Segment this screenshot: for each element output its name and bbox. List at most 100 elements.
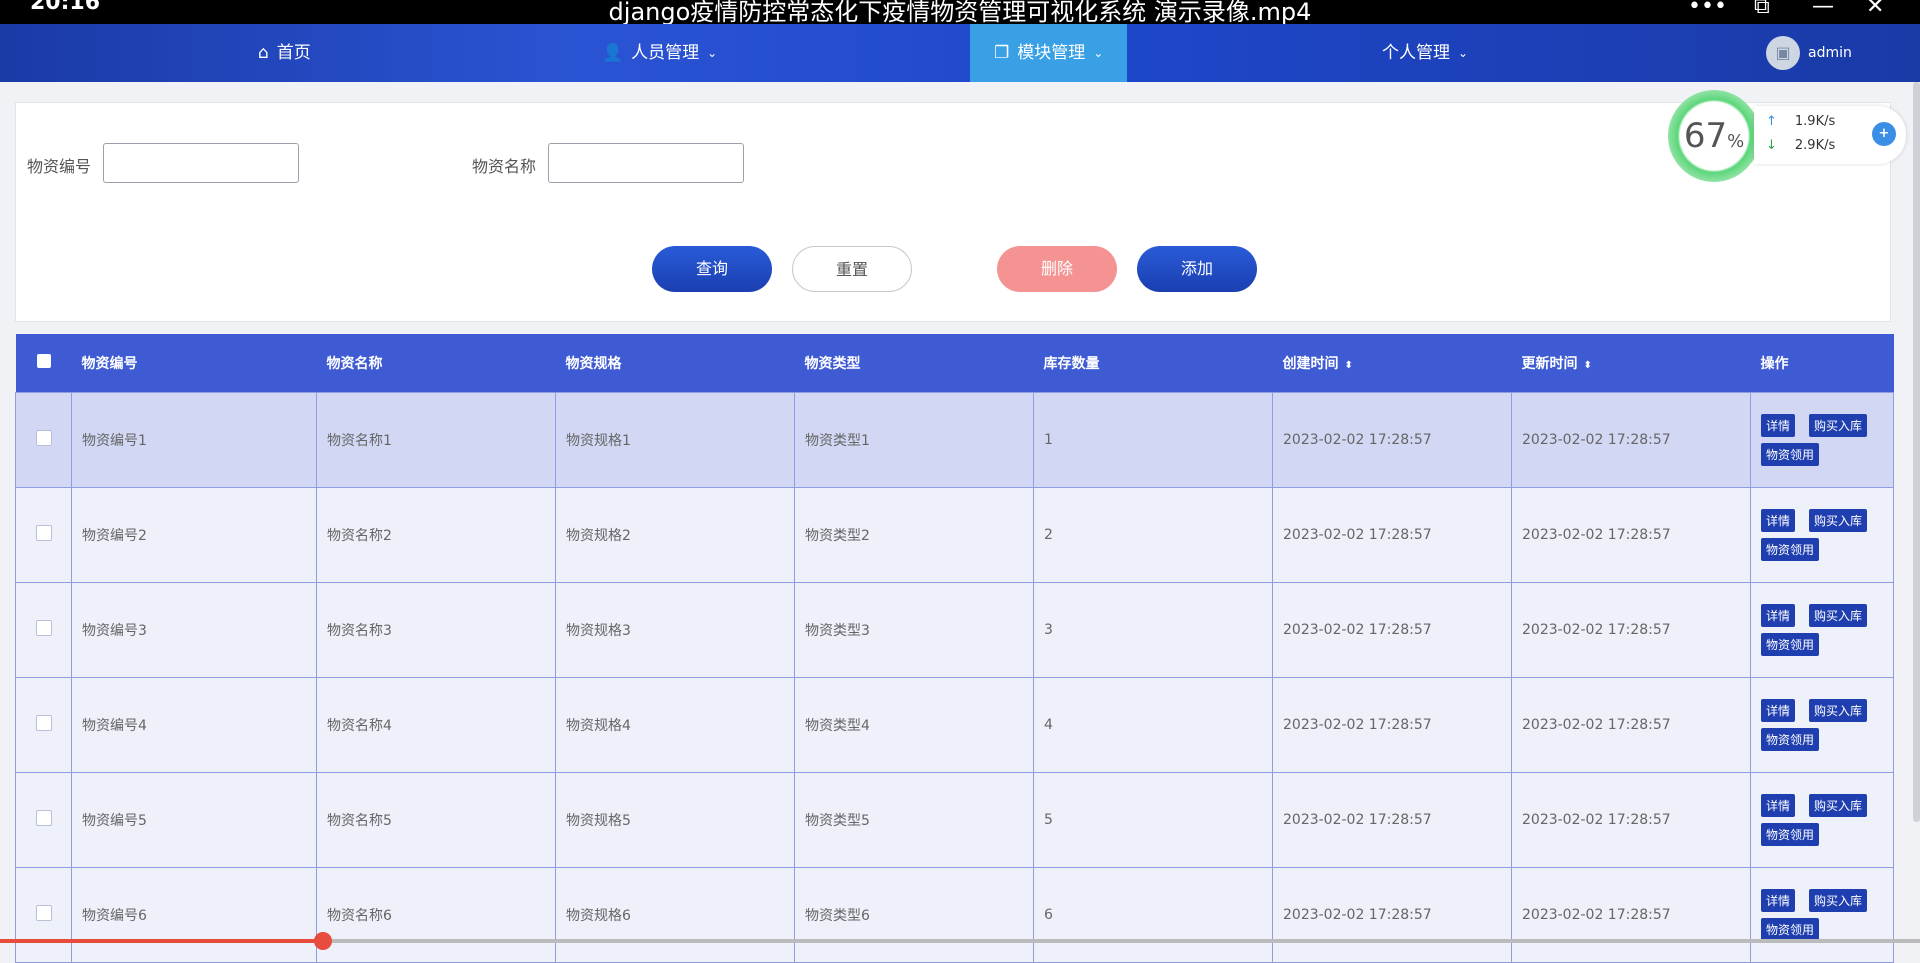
- buy-stock-button[interactable]: 购买入库: [1809, 699, 1868, 722]
- table-row[interactable]: 物资编号3 物资名称3 物资规格3 物资类型3 3 2023-02-02 17:28:57…: [15, 582, 1894, 678]
- close-icon[interactable]: ✕: [1866, 0, 1884, 19]
- video-progress-fill: [0, 939, 323, 943]
- action-cell: 详情 购买入库 物资领用: [1750, 487, 1894, 583]
- buy-stock-button[interactable]: 购买入库: [1809, 794, 1868, 817]
- header-updated[interactable]: 更新时间 ⬍: [1511, 334, 1751, 393]
- row-check-cell[interactable]: [15, 867, 72, 963]
- table-cell: 2023-02-02 17:28:57: [1272, 487, 1512, 583]
- table-cell: 2023-02-02 17:28:57: [1272, 582, 1512, 678]
- header-actions: 操作: [1750, 334, 1894, 393]
- receive-button[interactable]: 物资领用: [1761, 823, 1820, 846]
- row-checkbox[interactable]: [35, 715, 52, 731]
- receive-button[interactable]: 物资领用: [1761, 633, 1820, 656]
- code-input[interactable]: [103, 143, 299, 183]
- buy-stock-button[interactable]: 购买入库: [1809, 414, 1868, 437]
- chevron-down-icon: ⌄: [1458, 46, 1469, 60]
- usage-ring: 67%: [1668, 90, 1760, 182]
- detail-button[interactable]: 详情: [1761, 889, 1796, 912]
- username: admin: [1808, 45, 1852, 61]
- receive-button[interactable]: 物资领用: [1761, 728, 1820, 751]
- table-cell: 物资规格5: [555, 772, 795, 868]
- receive-button[interactable]: 物资领用: [1761, 443, 1820, 466]
- table-cell: 2023-02-02 17:28:57: [1272, 867, 1512, 963]
- table-cell: 物资规格6: [555, 867, 795, 963]
- nav-personal-label: 个人管理: [1382, 43, 1450, 63]
- delete-button[interactable]: 删除: [997, 246, 1117, 292]
- table-cell: 物资名称3: [316, 582, 556, 678]
- plus-icon[interactable]: +: [1872, 122, 1896, 146]
- network-widget[interactable]: 67% ↑ 1.9K/s ↓ 2.9K/s +: [1668, 90, 1920, 182]
- minimize-icon[interactable]: —: [1812, 0, 1834, 19]
- module-icon: ❐: [994, 43, 1010, 63]
- row-checkbox[interactable]: [35, 620, 52, 636]
- sort-icon[interactable]: ⬍: [1584, 360, 1592, 371]
- nav-home-label: 首页: [276, 43, 311, 63]
- table-cell: 物资编号6: [71, 867, 317, 963]
- nav-module[interactable]: ❐ 模块管理 ⌄: [970, 24, 1128, 82]
- receive-button[interactable]: 物资领用: [1761, 538, 1820, 561]
- row-checkbox[interactable]: [35, 810, 52, 826]
- header-created[interactable]: 创建时间 ⬍: [1272, 334, 1512, 393]
- table-cell: 物资编号1: [71, 392, 317, 488]
- row-check-cell[interactable]: [15, 582, 72, 678]
- scrollbar[interactable]: [1913, 82, 1920, 822]
- table-cell: 物资类型5: [794, 772, 1034, 868]
- nav-staff[interactable]: 👤 人员管理 ⌄: [602, 24, 717, 82]
- user-menu[interactable]: ▣ admin: [1766, 24, 1852, 82]
- action-cell: 详情 购买入库 物资领用: [1750, 582, 1894, 678]
- upload-speed: 1.9K/s: [1794, 114, 1836, 129]
- search-panel: 物资编号 物资名称 查询 重置 删除 添加: [15, 102, 1891, 322]
- table-cell: 2023-02-02 17:28:57: [1511, 582, 1751, 678]
- detail-button[interactable]: 详情: [1761, 509, 1796, 532]
- table-row[interactable]: 物资编号5 物资名称5 物资规格5 物资类型5 5 2023-02-02 17:28:57…: [15, 772, 1894, 868]
- receive-button[interactable]: 物资领用: [1761, 918, 1820, 941]
- row-checkbox[interactable]: [35, 905, 52, 921]
- table-cell: 物资名称2: [316, 487, 556, 583]
- table-row[interactable]: 物资编号1 物资名称1 物资规格1 物资类型1 1 2023-02-02 17:28:57…: [15, 392, 1894, 488]
- buy-stock-button[interactable]: 购买入库: [1809, 604, 1868, 627]
- nav-personal[interactable]: 个人管理 ⌄: [1382, 24, 1468, 82]
- table-row[interactable]: 物资编号4 物资名称4 物资规格4 物资类型4 4 2023-02-02 17:28:57…: [15, 677, 1894, 773]
- video-progress-knob[interactable]: [314, 932, 332, 950]
- row-check-cell[interactable]: [15, 677, 72, 773]
- pip-icon[interactable]: ⧉: [1754, 0, 1770, 19]
- buy-stock-button[interactable]: 购买入库: [1809, 889, 1868, 912]
- query-button[interactable]: 查询: [652, 246, 772, 292]
- detail-button[interactable]: 详情: [1761, 699, 1796, 722]
- table-cell: 物资编号4: [71, 677, 317, 773]
- header-name: 物资名称: [316, 334, 556, 393]
- usage-percent-unit: %: [1727, 130, 1745, 152]
- table-cell: 物资规格2: [555, 487, 795, 583]
- table-cell: 1: [1033, 392, 1273, 488]
- select-all-checkbox[interactable]: [36, 354, 51, 368]
- table-cell: 2023-02-02 17:28:57: [1511, 677, 1751, 773]
- table-cell: 2023-02-02 17:28:57: [1511, 487, 1751, 583]
- table-cell: 2023-02-02 17:28:57: [1272, 392, 1512, 488]
- table-cell: 3: [1033, 582, 1273, 678]
- sort-icon[interactable]: ⬍: [1345, 360, 1353, 371]
- download-speed: 2.9K/s: [1794, 138, 1836, 153]
- table-row[interactable]: 物资编号2 物资名称2 物资规格2 物资类型2 2 2023-02-02 17:28:57…: [15, 487, 1894, 583]
- reset-button[interactable]: 重置: [792, 246, 912, 292]
- nav-home[interactable]: ⌂ 首页: [258, 24, 311, 82]
- row-checkbox[interactable]: [35, 525, 52, 541]
- table-cell: 物资类型1: [794, 392, 1034, 488]
- select-all-cell[interactable]: [15, 334, 72, 393]
- add-button[interactable]: 添加: [1137, 246, 1257, 292]
- row-check-cell[interactable]: [15, 487, 72, 583]
- speed-panel: ↑ 1.9K/s ↓ 2.9K/s +: [1754, 106, 1906, 164]
- detail-button[interactable]: 详情: [1761, 414, 1796, 437]
- data-table: 物资编号 物资名称 物资规格 物资类型 库存数量 创建时间 ⬍ 更新时间 ⬍ 操作 …: [15, 334, 1894, 963]
- detail-button[interactable]: 详情: [1761, 794, 1796, 817]
- row-checkbox[interactable]: [35, 430, 52, 446]
- more-icon[interactable]: •••: [1688, 0, 1727, 19]
- table-cell: 4: [1033, 677, 1273, 773]
- chevron-down-icon: ⌄: [707, 46, 718, 60]
- row-check-cell[interactable]: [15, 392, 72, 488]
- buy-stock-button[interactable]: 购买入库: [1809, 509, 1868, 532]
- table-cell: 物资类型6: [794, 867, 1034, 963]
- table-row[interactable]: 物资编号6 物资名称6 物资规格6 物资类型6 6 2023-02-02 17:28:57…: [15, 867, 1894, 963]
- name-input[interactable]: [548, 143, 744, 183]
- row-check-cell[interactable]: [15, 772, 72, 868]
- detail-button[interactable]: 详情: [1761, 604, 1796, 627]
